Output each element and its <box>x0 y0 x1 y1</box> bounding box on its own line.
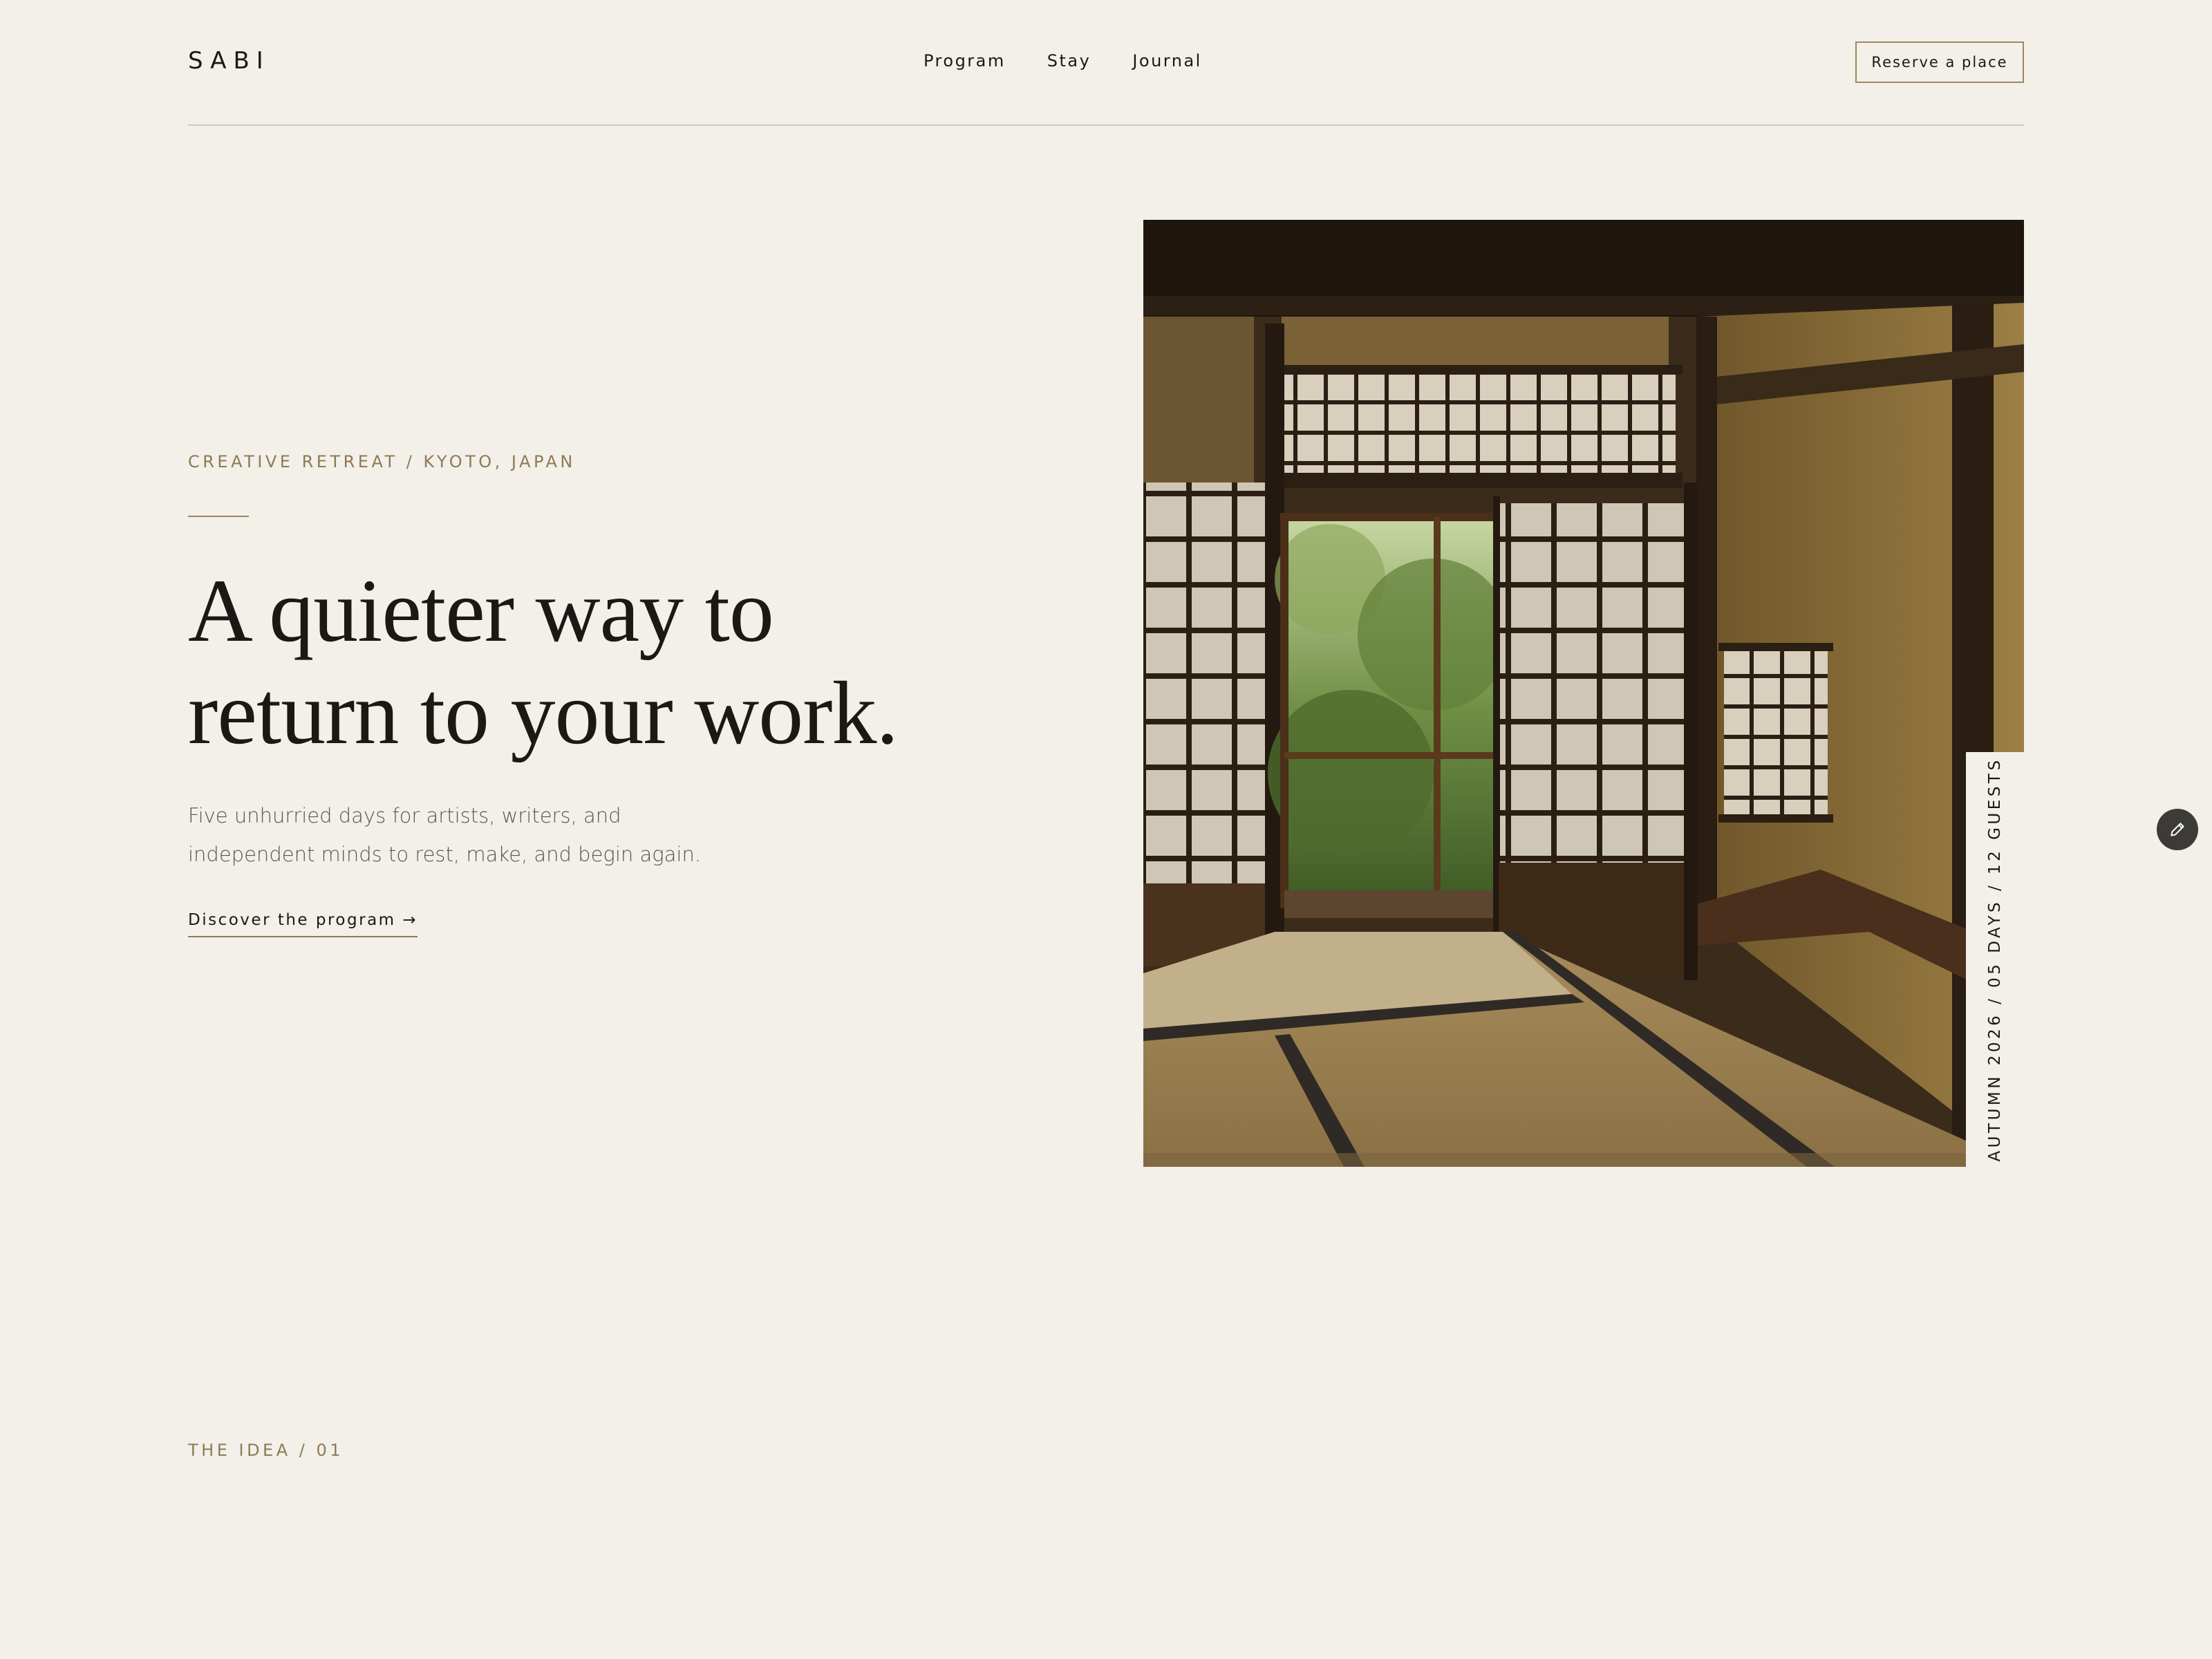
nav-journal[interactable]: Journal <box>1132 51 1202 71</box>
intro-line-1: Five unhurried days for artists, writers… <box>188 804 621 827</box>
site-header: SABI Program Stay Journal Reserve a plac… <box>188 0 2024 126</box>
retreat-details-text: AUTUMN 2026 / 05 DAYS / 12 GUESTS <box>1986 757 2004 1162</box>
headline-line-2: return to your work. <box>188 664 899 763</box>
reserve-button[interactable]: Reserve a place <box>1855 41 2024 83</box>
hero-intro: Five unhurried days for artists, writers… <box>188 796 741 874</box>
nav-stay[interactable]: Stay <box>1047 51 1091 71</box>
hero-image <box>1143 220 2024 1167</box>
hero-eyebrow: CREATIVE RETREAT / KYOTO, JAPAN <box>188 452 576 471</box>
section-label: THE IDEA / 01 <box>188 1441 344 1460</box>
discover-program-link[interactable]: Discover the program → <box>188 911 418 937</box>
eyebrow-divider <box>188 516 249 517</box>
logo[interactable]: SABI <box>188 47 270 75</box>
hero-headline: A quieter way to return to your work. <box>188 560 1073 765</box>
tatami-room-illustration <box>1143 220 2024 1167</box>
intro-line-2: independent minds to rest, make, and beg… <box>188 843 702 866</box>
pencil-icon <box>2171 823 2184 836</box>
nav-program[interactable]: Program <box>924 51 1006 71</box>
headline-line-1: A quieter way to <box>188 561 774 661</box>
retreat-details-tag: AUTUMN 2026 / 05 DAYS / 12 GUESTS <box>1966 752 2024 1167</box>
main-nav: Program Stay Journal <box>924 51 1244 71</box>
edit-button[interactable] <box>2157 809 2198 850</box>
